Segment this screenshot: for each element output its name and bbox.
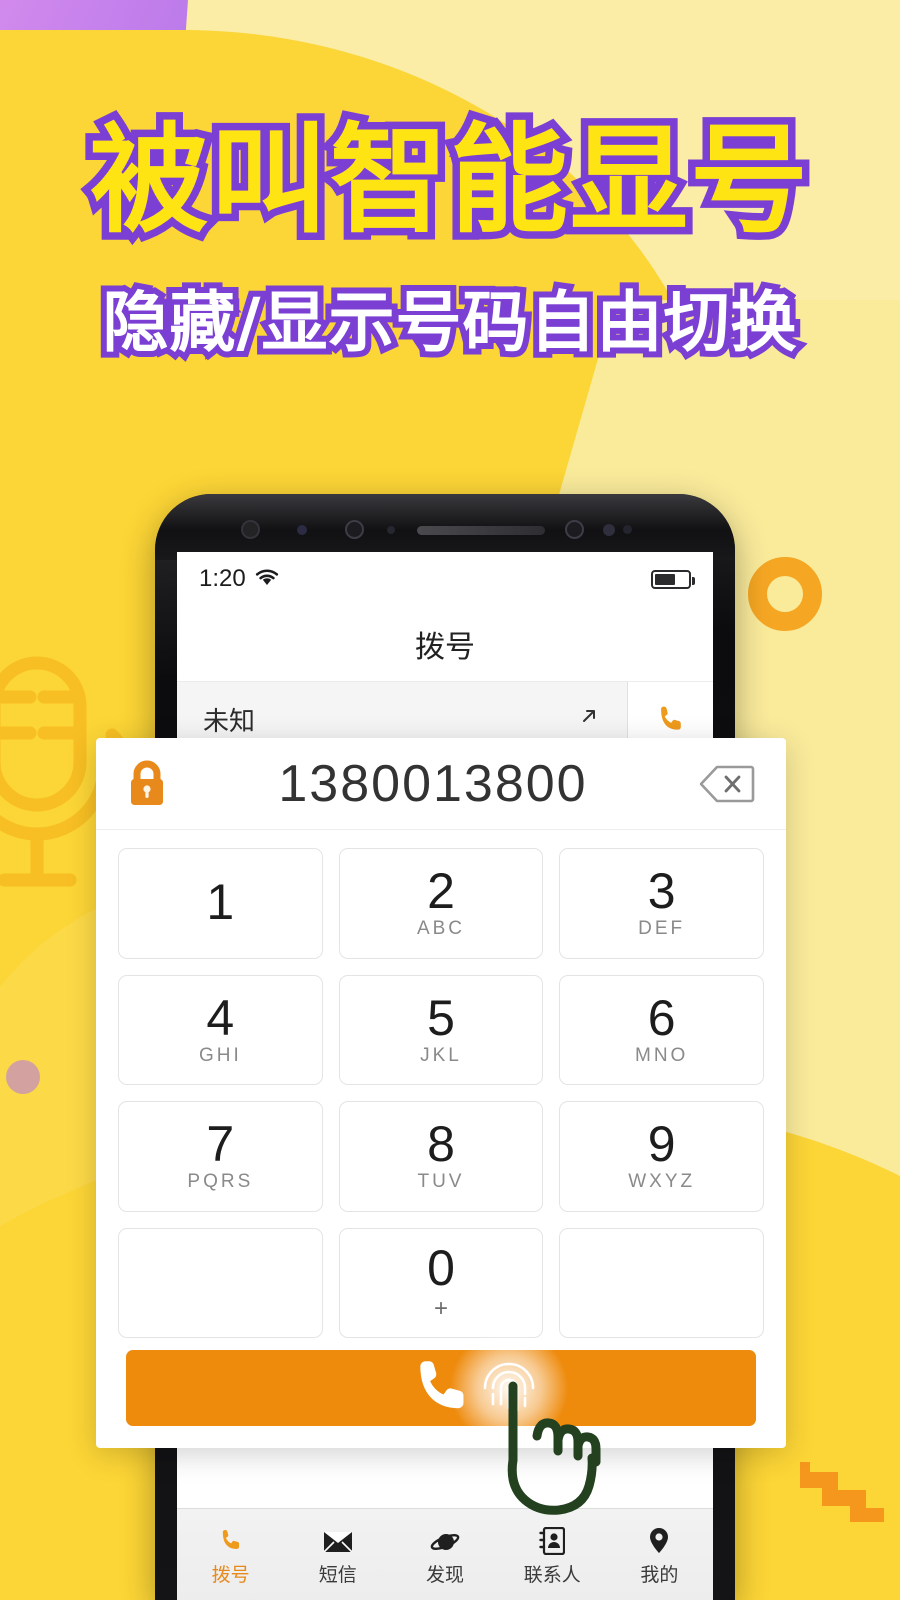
key-plus: + [433,1294,448,1322]
nav-label: 我的 [640,1564,679,1586]
nav-label: 发现 [426,1564,465,1586]
sensor-icon [623,525,632,534]
nav-item-contacts[interactable]: 联系人 [499,1523,606,1587]
subheadline-block: 隐藏/显示号码自由切换 [0,282,900,364]
key-digit: 9 [647,1116,676,1173]
planet-icon [430,1523,460,1555]
nav-label: 拨号 [211,1564,250,1586]
number-display-bar: 1380013800 [96,738,786,830]
dialed-number: 1380013800 [278,754,588,813]
call-button[interactable] [126,1328,756,1515]
nav-item-mine[interactable]: 我的 [606,1523,713,1587]
contact-book-icon [539,1523,566,1555]
app-title-bar: 拨号 [177,606,713,682]
key-5[interactable]: 5 JKL [338,974,544,1085]
nav-item-discover[interactable]: 发现 [391,1523,498,1587]
key-hash-blank[interactable] [559,1227,764,1338]
sensor-icon [565,520,584,539]
call-button-area [96,1328,786,1515]
bottom-navigation: 拨号 短信 发现 联系人 我的 [177,1508,713,1600]
key-1[interactable]: 1 [118,848,323,959]
sensor-icon [297,525,307,535]
dial-keypad: 1 2 ABC 3 DEF 4 GHI 5 JKL 6 MNO 7 PQRS 8… [96,830,786,1346]
front-camera-icon [241,520,260,539]
phone-icon [217,1523,245,1555]
key-letters: ABC [416,918,466,940]
backspace-icon[interactable] [692,764,762,804]
key-letters: WXYZ [628,1171,696,1193]
key-6[interactable]: 6 MNO [559,974,764,1085]
location-pin-icon [647,1523,671,1555]
earpiece-speaker [417,526,545,535]
key-digit: 0 [427,1239,455,1296]
battery-icon [651,569,695,589]
nav-label: 短信 [318,1564,357,1586]
dialer-panel: 1380013800 1 2 ABC 3 DEF 4 GHI 5 JKL 6 M… [96,738,786,1515]
recent-call-name: 未知 [203,706,256,736]
key-2[interactable]: 2 ABC [338,848,544,959]
promo-headline: 被叫智能显号 [82,111,815,249]
nav-label: 联系人 [523,1564,581,1586]
promo-screenshot: 被叫智能显号 隐藏/显示号码自由切换 1:20 拨号 未知 拨号 短信 发现 联… [0,0,900,1600]
arrow-up-right-icon[interactable] [577,704,627,735]
phone-bezel-top [155,494,735,560]
key-0[interactable]: 0 + [338,1227,544,1338]
key-letters: MNO [635,1044,689,1066]
key-9[interactable]: 9 WXYZ [559,1101,764,1212]
sensor-icon [387,526,395,534]
status-bar: 1:20 [177,552,713,606]
nav-item-sms[interactable]: 短信 [284,1523,391,1587]
iris-scanner-icon [345,520,364,539]
key-letters: PQRS [187,1171,254,1193]
key-8[interactable]: 8 TUV [338,1101,544,1212]
key-digit: 1 [206,874,235,931]
key-letters: DEF [638,918,686,940]
sensor-icon [603,524,615,536]
ring-shape [748,557,822,631]
dot-shape [6,1060,40,1094]
page-title: 拨号 [415,630,475,664]
key-4[interactable]: 4 GHI [118,974,323,1085]
key-3[interactable]: 3 DEF [559,848,764,959]
envelope-icon [323,1523,353,1555]
key-digit: 6 [647,989,676,1046]
zigzag-shape [800,1462,884,1522]
headline-block: 被叫智能显号 [0,111,900,249]
key-digit: 4 [206,989,235,1046]
status-bar-time: 1:20 [199,565,246,592]
battery-level [655,573,675,585]
key-letters: GHI [198,1044,242,1066]
promo-subheadline: 隐藏/显示号码自由切换 [96,282,802,364]
key-7[interactable]: 7 PQRS [118,1101,323,1212]
key-letters: TUV [417,1171,465,1193]
key-digit: 8 [427,1116,455,1173]
key-digit: 7 [206,1116,235,1173]
key-digit: 2 [427,863,455,920]
nav-item-dial[interactable]: 拨号 [177,1523,284,1587]
key-digit: 3 [647,863,676,920]
lock-icon[interactable] [120,758,174,810]
wifi-icon [254,567,280,592]
key-letters: JKL [420,1044,462,1066]
key-digit: 5 [427,989,455,1046]
hand-pointer-icon [507,1381,601,1515]
key-star-blank[interactable] [118,1227,323,1338]
